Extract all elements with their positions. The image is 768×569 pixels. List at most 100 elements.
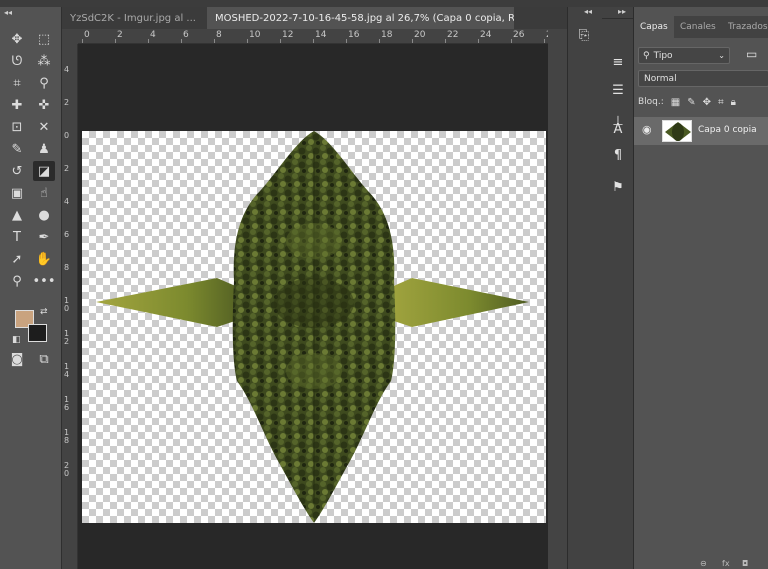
quick-select-tool-icon[interactable]: ⁂ — [33, 51, 55, 71]
hand-tool-icon[interactable]: ✋ — [33, 249, 55, 269]
ruler-tick-label: 12 — [282, 30, 294, 40]
top-strip — [0, 0, 768, 7]
collapse-toolbar-icon[interactable]: ◂◂ — [4, 8, 12, 17]
brush-tool-icon[interactable]: ✎ — [6, 139, 28, 159]
ruler-tick — [511, 39, 512, 43]
canvas-workspace[interactable] — [78, 44, 548, 569]
path-select-tool-icon[interactable]: ➚ — [6, 249, 28, 269]
ruler-tick — [313, 39, 314, 43]
tab-label: MOSHED-2022-7-10-16-45-58.jpg al 26,7% (… — [215, 12, 514, 24]
document-tabs: YzSdC2K - Imgur.jpg al ... × MOSHED-2022… — [62, 7, 567, 29]
frame-tool-icon[interactable]: ⊡ — [6, 117, 28, 137]
paragraph-panel-icon[interactable]: ¶ — [605, 145, 631, 165]
lock-artboard-icon[interactable]: ⌗ — [718, 97, 724, 108]
ruler-tick-label: 10 — [249, 30, 261, 40]
history-brush-tool-icon[interactable]: ↺ — [6, 161, 28, 181]
dodge-tool-icon[interactable]: ● — [33, 205, 55, 225]
layer-row[interactable]: ◉ Capa 0 copia — [634, 117, 768, 145]
paragraph-styles-icon[interactable]: ⚑ — [605, 177, 631, 197]
healing-brush-tool-icon[interactable]: ✚ — [6, 95, 28, 115]
tab-moshed[interactable]: MOSHED-2022-7-10-16-45-58.jpg al 26,7% (… — [207, 7, 514, 29]
image-filter-icon[interactable]: ▭ — [746, 47, 757, 61]
move-tool-icon[interactable]: ✥ — [6, 29, 28, 49]
link-layers-icon[interactable]: ⊖ — [700, 559, 707, 568]
collapse-panels-icon[interactable]: ▸▸ — [618, 7, 626, 16]
eraser-tool-icon[interactable]: ◪ — [33, 161, 55, 181]
ruler-tick-label: 1 2 — [64, 329, 70, 346]
eyedropper-tool-icon[interactable]: ⚲ — [33, 73, 55, 93]
smudge-tool-icon[interactable]: ☝ — [33, 183, 55, 203]
tools-panel: ◂◂ ✥ ⬚ ᘎ ⁂ ⌗ ⚲ ✚ ✜ ⊡ ✕ ✎ ♟ ↺ ◪ ▣ ☝ ▲ ● T ✒ ➚ ✋ ⚲ ••• ⇄ ◧ ◙ ⧉ — [0, 7, 62, 569]
layers-panel: Capas Canales Trazados ⚲ Tipo ⌄ ▭ Normal… — [633, 7, 768, 569]
ruler-tick — [115, 39, 116, 43]
horizontal-ruler[interactable]: 0246810121416182022242628 — [78, 29, 557, 44]
tab-canales[interactable]: Canales — [674, 16, 722, 38]
tab-capas[interactable]: Capas — [634, 16, 674, 38]
ruler-tick-label: 22 — [447, 30, 459, 40]
background-color-swatch[interactable] — [28, 324, 47, 342]
layers-panel-tabs: Capas Canales Trazados — [634, 16, 768, 38]
layers-footer: ⊖ fx ◘ — [634, 559, 768, 569]
document-canvas[interactable] — [82, 131, 546, 523]
vertical-scrollbar[interactable] — [548, 29, 567, 569]
zoom-tool-icon[interactable]: ⚲ — [6, 271, 28, 291]
stamp-tool-icon[interactable]: ♟ — [33, 139, 55, 159]
ruler-tick-label: 1 6 — [64, 395, 70, 412]
chevron-down-icon: ⌄ — [718, 51, 725, 60]
lock-all-icon[interactable]: 🔒︎ — [731, 97, 736, 108]
lock-position-icon[interactable]: ✥ — [703, 97, 711, 108]
gradient-tool-icon[interactable]: ▣ — [6, 183, 28, 203]
ruler-tick — [280, 39, 281, 43]
marquee-tool-icon[interactable]: ⬚ — [33, 29, 55, 49]
character-panel-icon[interactable]: A — [605, 119, 631, 139]
ruler-tick-label: 1 8 — [64, 428, 70, 445]
expand-dock-icon[interactable]: ◂◂ — [584, 7, 592, 16]
tab-yzsdc2k[interactable]: YzSdC2K - Imgur.jpg al ... × — [62, 7, 204, 29]
vertical-ruler[interactable]: 4 2 0 2 4 6 8 1 0 1 2 1 4 1 6 1 8 2 0 — [62, 44, 78, 569]
fx-icon[interactable]: fx — [722, 559, 730, 568]
layer-artwork — [96, 131, 529, 523]
lock-transparency-icon[interactable]: ▦ — [671, 97, 680, 108]
more-tools-icon[interactable]: ••• — [33, 271, 56, 291]
ruler-tick-label: 2 — [64, 98, 70, 107]
ruler-tick-label: 2 — [117, 30, 123, 40]
lock-pixels-icon[interactable]: ✎ — [687, 97, 695, 108]
lock-row: Bloq.: ▦ ✎ ✥ ⌗ 🔒︎ — [638, 94, 768, 110]
eye-icon[interactable]: ◉ — [642, 123, 652, 136]
panel-dock: ◂◂ ▸▸ ⎘ ≡ ☰ ⊥ A ¶ ⚑ — [567, 7, 634, 569]
tab-label: YzSdC2K - Imgur.jpg al ... — [70, 12, 196, 24]
patch-tool-icon[interactable]: ✜ — [33, 95, 55, 115]
ruler-tick-label: 6 — [183, 30, 189, 40]
ruler-tick — [412, 39, 413, 43]
lasso-tool-icon[interactable]: ᘎ — [6, 51, 28, 71]
history-panel-icon[interactable]: ⎘ — [571, 25, 597, 45]
screen-mode-icon[interactable]: ⧉ — [33, 349, 55, 369]
ruler-tick — [379, 39, 380, 43]
swap-colors-icon[interactable]: ⇄ — [40, 307, 48, 317]
quick-mask-icon[interactable]: ◙ — [6, 349, 28, 369]
ruler-tick — [148, 39, 149, 43]
lock-label: Bloq.: — [638, 97, 664, 107]
ruler-corner — [62, 29, 78, 44]
mask-icon[interactable]: ◘ — [742, 559, 748, 568]
tab-trazados[interactable]: Trazados — [722, 16, 768, 38]
content-aware-move-icon[interactable]: ✕ — [33, 117, 55, 137]
ruler-tick-label: 18 — [381, 30, 393, 40]
type-tool-icon[interactable]: T — [6, 227, 28, 247]
ruler-tick — [478, 39, 479, 43]
ruler-tick-label: 14 — [315, 30, 327, 40]
ruler-tick-label: 8 — [216, 30, 222, 40]
blend-mode-select[interactable]: Normal — [638, 70, 768, 87]
adjustments-panel-icon[interactable]: ≡ — [605, 52, 631, 72]
crop-tool-icon[interactable]: ⌗ — [6, 73, 28, 93]
blur-tool-icon[interactable]: ▲ — [6, 205, 28, 225]
ruler-tick-label: 1 0 — [64, 296, 70, 313]
blend-mode-label: Normal — [644, 73, 677, 84]
default-colors-icon[interactable]: ◧ — [12, 335, 21, 345]
filter-label: Tipo — [653, 50, 673, 61]
layer-filter-select[interactable]: ⚲ Tipo ⌄ — [638, 47, 730, 64]
ruler-tick-label: 6 — [64, 230, 70, 239]
properties-panel-icon[interactable]: ☰ — [605, 80, 631, 100]
pen-tool-icon[interactable]: ✒ — [33, 227, 55, 247]
ruler-tick-label: 4 — [64, 65, 70, 74]
